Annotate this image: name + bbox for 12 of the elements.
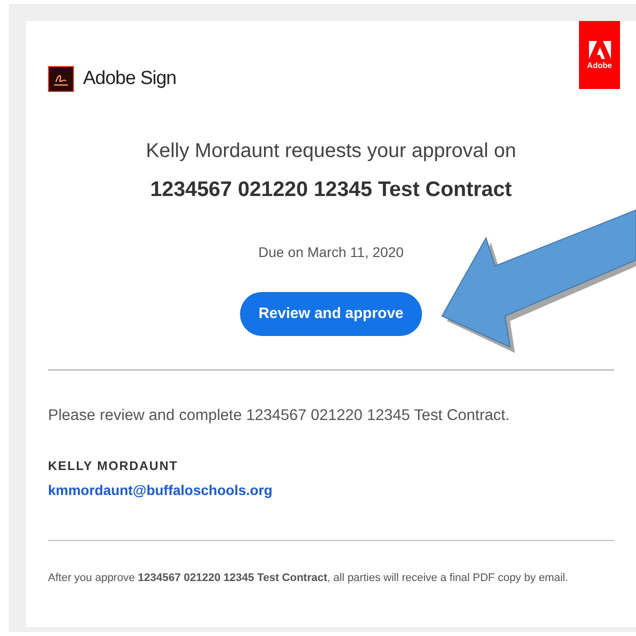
signature-logo-icon [48, 66, 74, 92]
message-text: Please review and complete 1234567 021220 12345 Test Contract. [48, 406, 511, 426]
request-line: Kelly Mordaunt requests your approval on [146, 138, 516, 164]
document-title: 1234567 021220 12345 Test Contract [150, 176, 512, 202]
adobe-mark-icon [588, 40, 610, 58]
sender-name: KELLY MORDAUNT [48, 458, 179, 476]
footer-note: After you approve 1234567 021220 12345 Test Contract, all parties will receive a final PDF copy by email. [48, 571, 570, 586]
review-button[interactable]: Review and approve [240, 292, 422, 336]
product-name: Adobe Sign [83, 67, 176, 91]
due-date: Due on March 11, 2020 [258, 243, 404, 262]
logo-text: Adobe [587, 62, 612, 70]
sender-email-link[interactable]: kmmordaunt@buffaloschools.org [48, 480, 272, 501]
